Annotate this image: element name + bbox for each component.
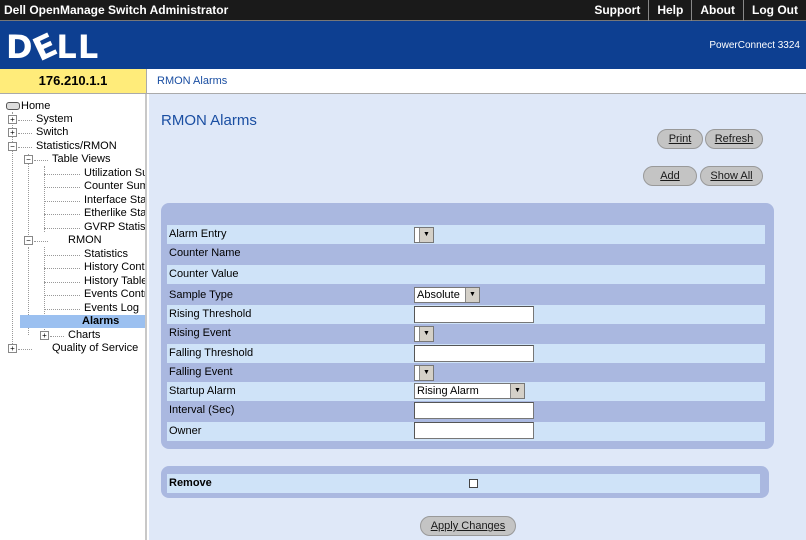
tree-item-rmon[interactable]: RMON	[68, 234, 102, 247]
expand-icon[interactable]: +	[8, 115, 17, 124]
alarm-entry-select[interactable]: ▼	[414, 227, 434, 243]
rising-event-row: Rising Event ▼	[167, 324, 765, 343]
chevron-down-icon: ▼	[465, 288, 479, 302]
tree-item-quality-of-service[interactable]: Quality of Service	[52, 342, 138, 355]
chevron-down-icon: ▼	[510, 384, 524, 398]
app-title: Dell OpenManage Switch Administrator	[4, 3, 229, 17]
tree-item-etherlike-statistics[interactable]: Etherlike Sta	[84, 207, 145, 220]
about-link[interactable]: About	[691, 0, 743, 21]
counter-value-row: Counter Value	[167, 265, 765, 284]
rising-event-select[interactable]: ▼	[414, 326, 434, 342]
falling-event-select[interactable]: ▼	[414, 365, 434, 381]
apply-changes-button[interactable]: Apply Changes	[420, 516, 516, 536]
dell-logo: DELL	[6, 24, 100, 70]
rising-threshold-row: Rising Threshold	[167, 305, 765, 324]
owner-row: Owner	[167, 422, 765, 441]
tree-item-interface-statistics[interactable]: Interface Stat	[84, 194, 145, 207]
collapse-icon[interactable]: −	[24, 236, 33, 245]
tree-item-utilization-summary[interactable]: Utilization Su	[84, 167, 145, 180]
rising-threshold-input[interactable]	[414, 306, 534, 323]
show-all-button[interactable]: Show All	[700, 166, 763, 186]
collapse-icon[interactable]: −	[24, 155, 33, 164]
interval-input[interactable]	[414, 402, 534, 419]
tree-item-home[interactable]: Home	[6, 100, 50, 113]
expand-icon[interactable]: +	[8, 128, 17, 137]
tree-item-history-control[interactable]: History Contr	[84, 261, 145, 274]
expand-icon[interactable]: +	[8, 344, 17, 353]
interval-row: Interval (Sec)	[167, 401, 765, 420]
tree-item-alarms[interactable]: Alarms	[20, 315, 145, 328]
owner-input[interactable]	[414, 422, 534, 439]
main-content: RMON Alarms Print Refresh Add Show All A…	[149, 94, 806, 540]
top-bar: Dell OpenManage Switch Administrator Sup…	[0, 0, 806, 21]
logout-link[interactable]: Log Out	[743, 0, 806, 21]
sample-type-row: Sample Type Absolute ▼	[167, 286, 765, 305]
navigation-tree: Home + System + Switch − Statistics/RMON…	[0, 94, 147, 540]
remove-row: Remove	[167, 474, 760, 493]
falling-threshold-input[interactable]	[414, 345, 534, 362]
tree-item-gvrp-statistics[interactable]: GVRP Statis	[84, 221, 145, 234]
startup-alarm-select[interactable]: Rising Alarm ▼	[414, 383, 525, 399]
tree-item-switch[interactable]: Switch	[36, 126, 68, 139]
tree-item-system[interactable]: System	[36, 113, 73, 126]
alarm-entry-row: Alarm Entry ▼	[167, 225, 765, 244]
chevron-down-icon: ▼	[419, 228, 433, 242]
collapse-icon[interactable]: −	[8, 142, 17, 151]
top-nav: Support Help About Log Out	[586, 0, 806, 21]
chevron-down-icon: ▼	[419, 366, 433, 380]
remove-checkbox[interactable]	[469, 479, 478, 488]
falling-event-row: Falling Event ▼	[167, 363, 765, 382]
page-title: RMON Alarms	[161, 112, 257, 129]
falling-threshold-row: Falling Threshold	[167, 344, 765, 363]
breadcrumb-bar: RMON Alarms	[147, 69, 806, 94]
startup-alarm-row: Startup Alarm Rising Alarm ▼	[167, 382, 765, 401]
refresh-button[interactable]: Refresh	[705, 129, 763, 149]
tree-item-table-views[interactable]: Table Views	[52, 153, 111, 166]
sample-type-select[interactable]: Absolute ▼	[414, 287, 480, 303]
tree-item-history-table[interactable]: History Table	[84, 275, 145, 288]
device-ip: 176.210.1.1	[0, 69, 147, 94]
print-button[interactable]: Print	[657, 129, 703, 149]
support-link[interactable]: Support	[586, 0, 648, 21]
expand-icon[interactable]: +	[40, 331, 49, 340]
chevron-down-icon: ▼	[419, 327, 433, 341]
tree-item-events-control[interactable]: Events Contr	[84, 288, 145, 301]
device-model: PowerConnect 3324	[709, 40, 800, 51]
tree-item-counter-summary[interactable]: Counter Sum	[84, 180, 145, 193]
breadcrumb: RMON Alarms	[157, 75, 228, 87]
add-button[interactable]: Add	[643, 166, 697, 186]
tree-item-rmon-statistics[interactable]: Statistics	[84, 248, 128, 261]
brand-header: DELL PowerConnect 3324	[0, 21, 806, 69]
counter-name-row: Counter Name	[169, 247, 241, 259]
tree-item-statistics-rmon[interactable]: Statistics/RMON	[36, 140, 117, 153]
help-link[interactable]: Help	[648, 0, 691, 21]
tree-item-events-log[interactable]: Events Log	[84, 302, 139, 315]
tree-item-charts[interactable]: Charts	[68, 329, 100, 342]
drive-icon	[6, 102, 20, 111]
